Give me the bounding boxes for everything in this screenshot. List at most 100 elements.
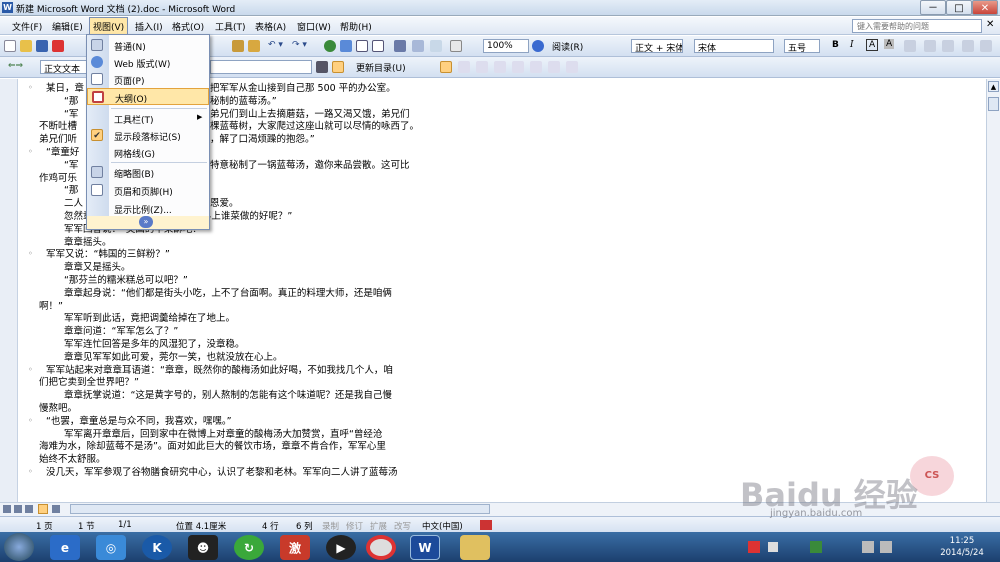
new-doc-icon[interactable] xyxy=(4,40,16,52)
word-taskbar-icon[interactable]: W xyxy=(410,535,440,560)
view-outline-item[interactable]: 大纲(O) xyxy=(87,88,209,105)
close-doc-icon[interactable]: ✕ xyxy=(986,19,994,30)
document-line-tail[interactable]: 恩爱。 xyxy=(210,198,239,209)
bullets-icon[interactable] xyxy=(942,40,954,52)
document-line-tail[interactable]: 棵蓝莓树，大家爬过这座山就可以尽情的咏西了。 xyxy=(210,121,419,132)
numbering-icon[interactable] xyxy=(924,40,936,52)
lock-doc-icon[interactable] xyxy=(566,61,578,73)
help-search-input[interactable] xyxy=(852,19,982,33)
read-mode-button[interactable]: 阅读(R) xyxy=(552,40,583,53)
create-subdoc-icon[interactable] xyxy=(476,61,488,73)
expand-subdoc-icon[interactable] xyxy=(458,61,470,73)
menu-tools[interactable]: 工具(T) xyxy=(215,20,246,33)
font-size-select[interactable]: 五号 xyxy=(784,39,820,53)
outline-bullet-icon[interactable]: ◦ xyxy=(28,147,33,156)
status-ovr[interactable]: 改写 xyxy=(394,520,411,532)
document-line[interactable]: “那芬兰的糯米糕总可以吧？” xyxy=(64,275,188,286)
document-line[interactable]: 章章抚掌说道：“这是黄字号的，别人熬制的怎能有这个味道呢？还是我自己慢 xyxy=(64,390,392,401)
merge-subdoc-icon[interactable] xyxy=(530,61,542,73)
document-line[interactable]: 没几天，军军参观了谷物膳食研究中心，认识了老黎和老林。军军向二人讲了蓝莓汤 xyxy=(46,467,398,478)
outline-view-button[interactable] xyxy=(38,504,48,514)
document-line[interactable]: 弟兄们听 xyxy=(39,134,77,145)
hyperlink-icon[interactable] xyxy=(324,40,336,52)
update-toc-button[interactable]: 更新目录(U) xyxy=(356,61,406,74)
heading-level-select[interactable] xyxy=(210,60,312,74)
document-line[interactable]: 不断吐槽 xyxy=(39,121,77,132)
tables-borders-icon[interactable] xyxy=(340,40,352,52)
folder-taskbar-icon[interactable] xyxy=(460,535,490,560)
insert-excel-icon[interactable] xyxy=(372,40,384,52)
document-line[interactable]: 章章问道：“军军怎么了？” xyxy=(64,326,178,337)
document-line[interactable]: “那 xyxy=(64,185,78,196)
decrease-indent-icon[interactable] xyxy=(962,40,974,52)
document-line[interactable]: 军军站起来对章章耳语道：“章章，既然你的酸梅汤如此好喝，不如我找几个人，咱 xyxy=(46,365,393,376)
close-button[interactable]: ✕ xyxy=(972,0,998,15)
master-doc-icon[interactable] xyxy=(440,61,452,73)
view-gridlines-item[interactable]: 网格线(G) xyxy=(87,144,209,160)
insert-table-icon[interactable] xyxy=(356,40,368,52)
web-view-button[interactable] xyxy=(14,505,22,513)
format-painter-icon[interactable] xyxy=(248,40,260,52)
document-line[interactable]: 章章见军军如此可爱，莞尔一笑，也就没放在心上。 xyxy=(64,352,283,363)
menu-edit[interactable]: 编辑(E) xyxy=(52,20,83,33)
document-line[interactable]: “章童好 xyxy=(46,147,79,158)
view-expand-item[interactable]: » xyxy=(87,216,209,229)
minimize-button[interactable]: － xyxy=(920,0,946,15)
sogou-tray-icon[interactable] xyxy=(748,541,760,553)
permission-icon[interactable] xyxy=(52,40,64,52)
document-line[interactable]: “军 xyxy=(64,160,78,171)
char-shading-button[interactable]: A xyxy=(884,39,895,49)
menu-help[interactable]: 帮助(H) xyxy=(340,20,372,33)
document-line[interactable]: 某日，章 xyxy=(46,83,84,94)
char-border-button[interactable]: A xyxy=(866,39,879,51)
document-line-tail[interactable]: ，解了口渴烦躁的抱怨。” xyxy=(210,134,315,145)
increase-indent-icon[interactable] xyxy=(980,40,992,52)
document-line[interactable]: 章章摇头。 xyxy=(64,237,112,248)
outline-level-select[interactable]: 正文文本 xyxy=(40,60,88,74)
view-page-item[interactable]: 页面(P) xyxy=(87,71,209,87)
document-line[interactable]: 们把它卖到全世界吧？” xyxy=(39,377,139,388)
maximize-button[interactable]: □ xyxy=(946,0,972,15)
tray-icon[interactable] xyxy=(768,542,778,552)
document-line[interactable]: “军 xyxy=(64,109,78,120)
redo-icon[interactable]: ↷ ▾ xyxy=(292,40,307,50)
document-line[interactable]: “也罢，章童总是与众不同，我喜欢，嘿嘿。” xyxy=(46,416,232,427)
outline-bullet-icon[interactable]: ◦ xyxy=(28,365,33,374)
columns-icon[interactable] xyxy=(394,40,406,52)
view-thumbnails-item[interactable]: 缩略图(B) xyxy=(87,164,209,180)
show-formatting-icon[interactable] xyxy=(332,61,344,73)
document-line[interactable]: 作鸡可乐 xyxy=(39,173,77,184)
scroll-up-icon[interactable]: ▲ xyxy=(988,81,999,92)
start-button[interactable] xyxy=(4,533,34,561)
hscroll-thumb[interactable] xyxy=(70,504,490,514)
print-view-button[interactable] xyxy=(25,505,33,513)
outline-bullet-icon[interactable]: ◦ xyxy=(28,467,33,476)
network-tray-icon[interactable] xyxy=(862,541,874,553)
drawing-icon[interactable] xyxy=(412,40,424,52)
document-line[interactable]: 慢熬吧。 xyxy=(39,403,77,414)
scroll-thumb[interactable] xyxy=(988,97,999,111)
game-taskbar-icon[interactable]: 激 xyxy=(280,535,310,560)
document-line[interactable]: 章章起身说：“他们都是街头小吃，上不了台面啊。真正的料理大师，还是咱俩 xyxy=(64,288,392,299)
remove-subdoc-icon[interactable] xyxy=(494,61,506,73)
k-taskbar-icon[interactable]: K xyxy=(142,535,172,560)
video-taskbar-icon[interactable]: ▶ xyxy=(326,535,356,560)
outline-bullet-icon[interactable]: ◦ xyxy=(28,416,33,425)
document-line[interactable]: “那 xyxy=(64,96,78,107)
save-icon[interactable] xyxy=(36,40,48,52)
status-ext[interactable]: 扩展 xyxy=(370,520,387,532)
qq-taskbar-icon[interactable]: ☻ xyxy=(188,535,218,560)
italic-button[interactable]: I xyxy=(850,40,854,50)
document-line[interactable]: 海难为水，除却蓝莓不是汤”。面对如此巨大的餐饮市场，章章不肯合作，军军心里 xyxy=(39,441,386,452)
volume-tray-icon[interactable] xyxy=(880,541,892,553)
bold-button[interactable]: B xyxy=(832,40,839,50)
spelling-status-icon[interactable] xyxy=(480,520,492,530)
split-subdoc-icon[interactable] xyxy=(548,61,560,73)
menu-table[interactable]: 表格(A) xyxy=(255,20,286,33)
show-first-line-icon[interactable] xyxy=(316,61,328,73)
document-line-tail[interactable]: 弟兄们到山上去摘蘑菇，一路又渴又饿，弟兄们 xyxy=(210,109,410,120)
wifi-taskbar-icon[interactable]: ◎ xyxy=(96,535,126,560)
undo-icon[interactable]: ↶ ▾ xyxy=(268,40,283,50)
help-icon[interactable] xyxy=(532,40,544,52)
style-select[interactable]: 正文 + 宋体 xyxy=(631,39,683,53)
